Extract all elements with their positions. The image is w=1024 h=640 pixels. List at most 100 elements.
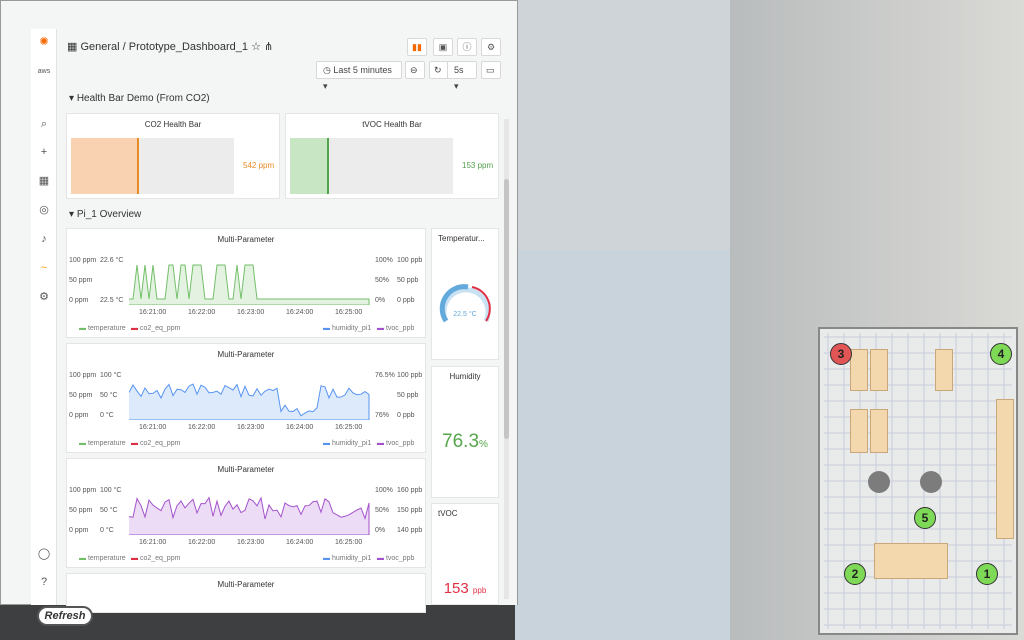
legend-label: tvoc_ppb: [385, 440, 415, 447]
legend-swatch: ▬: [323, 325, 330, 332]
zoom-out-button[interactable]: ⊖: [405, 61, 425, 79]
dashboards-icon[interactable]: ▦: [37, 174, 51, 188]
refresh-overlay-button[interactable]: Refresh: [37, 606, 93, 626]
help-icon[interactable]: ?: [37, 575, 51, 589]
legend-label: co2_eq_ppm: [139, 440, 181, 447]
sensor-marker[interactable]: 5: [914, 507, 936, 529]
y-tick-right: 0%: [375, 527, 386, 534]
x-tick: 16:22:00: [188, 309, 216, 316]
meeting-table: [874, 543, 948, 579]
y-tick-right: 76.5%: [375, 372, 395, 379]
y-tick-right: 76%: [375, 412, 390, 419]
legend-item[interactable]: ▬ humidity_pi1: [323, 555, 371, 562]
series-line: [129, 496, 370, 535]
x-tick: 16:22:00: [188, 539, 216, 546]
panel-title[interactable]: Multi-Parameter: [67, 350, 425, 359]
y-tick-left-2: 50 °C: [100, 392, 118, 399]
scrollbar[interactable]: [504, 119, 509, 599]
search-icon[interactable]: ⌕: [37, 117, 51, 131]
row-header-health[interactable]: ▾ Health Bar Demo (From CO2): [69, 93, 210, 104]
legend-item[interactable]: ▬ tvoc_ppb: [377, 555, 414, 562]
y-tick-left: 50 ppm: [69, 277, 93, 284]
grafana-logo-icon[interactable]: ✺: [37, 35, 51, 49]
settings-button[interactable]: ⚙: [481, 38, 501, 56]
legend-swatch: ▬: [131, 440, 138, 447]
multi-parameter-panel: Multi-Parameter: [66, 573, 426, 613]
tvoc-value: 153 ppm: [462, 161, 494, 170]
scrollbar-thumb[interactable]: [504, 179, 509, 439]
legend-item[interactable]: ▬ temperature: [79, 325, 126, 332]
dashboard-title[interactable]: Prototype_Dashboard_1: [129, 41, 248, 53]
grafana-window: ✺ aws ⌕ + ▦ ◎ ♪ ~ ⚙ ◯ ? ▦ General / Prot…: [0, 0, 518, 613]
graph-plot[interactable]: [129, 374, 373, 420]
legend-item[interactable]: ▬ humidity_pi1: [323, 325, 371, 332]
panel-title[interactable]: Multi-Parameter: [67, 465, 425, 474]
y-tick-left: 50 ppm: [69, 392, 93, 399]
graph-plot[interactable]: [129, 259, 373, 305]
round-table: [920, 471, 942, 493]
y-tick-right-2: 0 ppb: [397, 297, 415, 304]
gear-icon[interactable]: ⚙: [37, 290, 51, 304]
floor-plan-minimap[interactable]: 3 4 5 2 1: [818, 327, 1018, 635]
round-table: [868, 471, 890, 493]
y-tick-left: 0 ppm: [69, 412, 89, 419]
folder-link[interactable]: General: [80, 41, 119, 53]
explore-icon[interactable]: ◎: [37, 203, 51, 217]
panel-title[interactable]: Multi-Parameter: [67, 235, 425, 244]
desk: [850, 349, 868, 391]
user-avatar-icon[interactable]: ◯: [37, 547, 51, 561]
tvoc-stat-panel: tVOC 153 ppb: [431, 503, 499, 605]
legend-item[interactable]: ▬ temperature: [79, 440, 126, 447]
y-tick-right-2: 100 ppb: [397, 257, 423, 264]
aws-icon[interactable]: aws: [37, 65, 51, 79]
co2-bar-track: [71, 138, 234, 194]
share-icon[interactable]: ⋔: [264, 41, 273, 53]
temperature-gauge-panel: Temperatur... 22.5 °C: [431, 228, 499, 360]
desk: [996, 399, 1014, 539]
row-header-pi1[interactable]: ▾ Pi_1 Overview: [69, 209, 141, 220]
legend-item[interactable]: ▬ co2_eq_ppm: [131, 325, 180, 332]
amazon-icon[interactable]: ~: [37, 261, 51, 275]
graph-plot[interactable]: [129, 489, 373, 535]
humidity-stat-panel: Humidity 76.3%: [431, 366, 499, 498]
sensor-marker[interactable]: 1: [976, 563, 998, 585]
panel-title: Humidity: [449, 372, 481, 381]
add-panel-button[interactable]: ▮▮: [407, 38, 427, 56]
tv-mode-button[interactable]: ▭: [481, 61, 501, 79]
sensor-marker[interactable]: 4: [990, 343, 1012, 365]
save-button[interactable]: ▣: [433, 38, 453, 56]
legend-swatch: ▬: [377, 555, 384, 562]
legend-swatch: ▬: [79, 325, 86, 332]
tvoc-health-panel: tVOC Health Bar 153 ppm: [285, 113, 499, 199]
co2-bar-fill: [71, 138, 140, 194]
y-tick-right-2: 50 ppb: [397, 277, 419, 284]
legend-item[interactable]: ▬ co2_eq_ppm: [131, 555, 180, 562]
refresh-interval-picker[interactable]: 5s ▾: [447, 61, 477, 91]
multi-parameter-panel: Multi-Parameter 100 ppm 50 ppm 0 ppm 22.6 °C…: [66, 228, 426, 338]
x-tick: 16:23:00: [237, 309, 265, 316]
star-icon[interactable]: ☆: [251, 41, 261, 53]
info-button[interactable]: ⓘ: [457, 38, 477, 56]
sensor-marker[interactable]: 3: [830, 343, 852, 365]
panel-title[interactable]: Multi-Parameter: [67, 580, 425, 589]
multi-parameter-panel: Multi-Parameter 100 ppm 50 ppm 0 ppm 100 °C 5…: [66, 458, 426, 568]
alert-bell-icon[interactable]: ♪: [37, 232, 51, 246]
legend-item[interactable]: ▬ tvoc_ppb: [377, 325, 414, 332]
refresh-button[interactable]: ↻: [429, 61, 449, 79]
sensor-marker[interactable]: 2: [844, 563, 866, 585]
refresh-interval-label: 5s: [454, 65, 464, 75]
time-range-picker[interactable]: ◷ Last 5 minutes ▾: [316, 61, 402, 91]
legend-item[interactable]: ▬ tvoc_ppb: [377, 440, 414, 447]
x-tick: 16:23:00: [237, 424, 265, 431]
legend-item[interactable]: ▬ humidity_pi1: [323, 440, 371, 447]
plus-icon[interactable]: +: [37, 145, 51, 159]
y-tick-right-2: 160 ppb: [397, 487, 423, 494]
row-title: Health Bar Demo (From CO2): [76, 93, 210, 104]
legend-item[interactable]: ▬ co2_eq_ppm: [131, 440, 180, 447]
y-tick-left-2: 22.5 °C: [100, 297, 124, 304]
co2-value: 542 ppm: [243, 161, 275, 170]
panel-title: tVOC Health Bar: [362, 120, 422, 129]
humidity-unit: %: [479, 439, 488, 450]
legend-item[interactable]: ▬ temperature: [79, 555, 126, 562]
legend-swatch: ▬: [377, 440, 384, 447]
